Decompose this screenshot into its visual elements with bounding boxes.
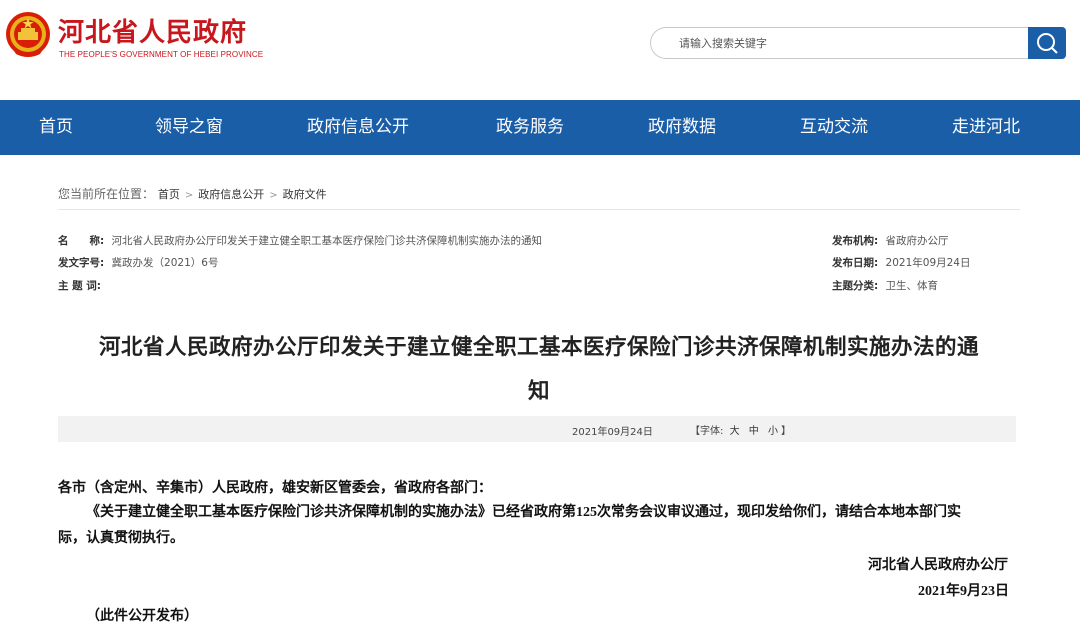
signature-date: 2021年9月23日 <box>918 584 1009 599</box>
chevron-right-icon: > <box>184 190 194 201</box>
meta-issuer-row: 发布机构: 省政府办公厅 <box>832 233 949 248</box>
meta-docno-row: 发文字号: 冀政办发（2021）6号 <box>58 255 218 270</box>
logo-chinese-text: 河北省人民政府 <box>58 18 248 48</box>
site-header: 河北省人民政府 THE PEOPLE'S GOVERNMENT OF HEBEI… <box>0 0 1080 100</box>
font-small-button[interactable]: 小 <box>768 426 778 437</box>
site-logo[interactable]: 河北省人民政府 THE PEOPLE'S GOVERNMENT OF HEBEI… <box>4 10 264 66</box>
meta-subject-row: 主 题 词: <box>58 278 101 293</box>
breadcrumb: 您当前所在位置： 首页 > 政府信息公开 > 政府文件 <box>58 185 327 202</box>
publication-note: （此件公开发布） <box>86 609 198 624</box>
meta-name-label: 名 称: <box>58 235 105 247</box>
chevron-right-icon: > <box>269 190 278 201</box>
article-title: 河北省人民政府办公厅印发关于建立健全职工基本医疗保险门诊共济保障机制实施办法的通… <box>58 326 1020 414</box>
search-input[interactable] <box>650 27 1030 59</box>
paragraph-1-line-2: 际，认真贯彻执行。 <box>58 531 184 546</box>
breadcrumb-prefix: 您当前所在位置： <box>58 187 155 201</box>
article-title-line-2: 知 <box>527 379 550 404</box>
divider <box>58 209 1020 210</box>
meta-date-value: 2021年09月24日 <box>885 257 971 269</box>
nav-leaders[interactable]: 领导之窗 <box>155 100 223 155</box>
font-size-label: 【字体: <box>690 426 724 437</box>
article-info-bar: 2021年09月24日 【字体: 大 中 小】 <box>58 416 1016 442</box>
meta-date-row: 发布日期: 2021年09月24日 <box>832 255 971 270</box>
nav-about-hebei[interactable]: 走进河北 <box>952 100 1020 155</box>
logo-english-text: THE PEOPLE'S GOVERNMENT OF HEBEI PROVINC… <box>59 50 264 59</box>
article-title-line-1: 河北省人民政府办公厅印发关于建立健全职工基本医疗保险门诊共济保障机制实施办法的通 <box>98 335 979 360</box>
nav-services[interactable]: 政务服务 <box>496 100 564 155</box>
meta-category-label: 主题分类: <box>832 280 879 292</box>
main-nav: 首页 领导之窗 政府信息公开 政务服务 政府数据 互动交流 走进河北 <box>0 100 1080 155</box>
breadcrumb-gov-info[interactable]: 政府信息公开 <box>198 188 264 201</box>
meta-category-value: 卫生、体育 <box>885 280 939 292</box>
font-large-button[interactable]: 大 <box>730 426 740 437</box>
meta-name-value: 河北省人民政府办公厅印发关于建立健全职工基本医疗保险门诊共济保障机制实施办法的通… <box>111 235 543 247</box>
article-date: 2021年09月24日 <box>572 427 653 438</box>
meta-issuer-value: 省政府办公厅 <box>885 235 949 247</box>
search-box <box>650 27 1066 59</box>
search-icon <box>1037 33 1058 54</box>
meta-name-row: 名 称: 河北省人民政府办公厅印发关于建立健全职工基本医疗保险门诊共济保障机制实… <box>58 233 542 248</box>
search-button[interactable] <box>1028 27 1066 59</box>
nav-gov-info[interactable]: 政府信息公开 <box>307 100 409 155</box>
national-emblem-icon <box>6 12 50 57</box>
font-medium-button[interactable]: 中 <box>749 426 759 437</box>
meta-docno-value: 冀政办发（2021）6号 <box>111 257 219 269</box>
nav-interaction[interactable]: 互动交流 <box>800 100 868 155</box>
font-size-control: 【字体: 大 中 小】 <box>690 422 791 437</box>
meta-issuer-label: 发布机构: <box>832 235 879 247</box>
meta-date-label: 发布日期: <box>832 257 879 269</box>
salutation: 各市（含定州、辛集市）人民政府，雄安新区管委会，省政府各部门： <box>58 481 492 496</box>
meta-category-row: 主题分类: 卫生、体育 <box>832 278 938 293</box>
breadcrumb-home[interactable]: 首页 <box>158 188 180 201</box>
nav-home[interactable]: 首页 <box>39 100 73 155</box>
meta-docno-label: 发文字号: <box>58 257 105 269</box>
font-size-label-close: 】 <box>780 426 791 437</box>
paragraph-1-line-1: 《关于建立健全职工基本医疗保险门诊共济保障机制的实施办法》已经省政府第125次常… <box>86 505 961 520</box>
breadcrumb-gov-docs[interactable]: 政府文件 <box>283 188 327 201</box>
meta-subject-label: 主 题 词: <box>58 280 102 292</box>
signature: 河北省人民政府办公厅 <box>868 558 1008 573</box>
nav-data[interactable]: 政府数据 <box>648 100 716 155</box>
